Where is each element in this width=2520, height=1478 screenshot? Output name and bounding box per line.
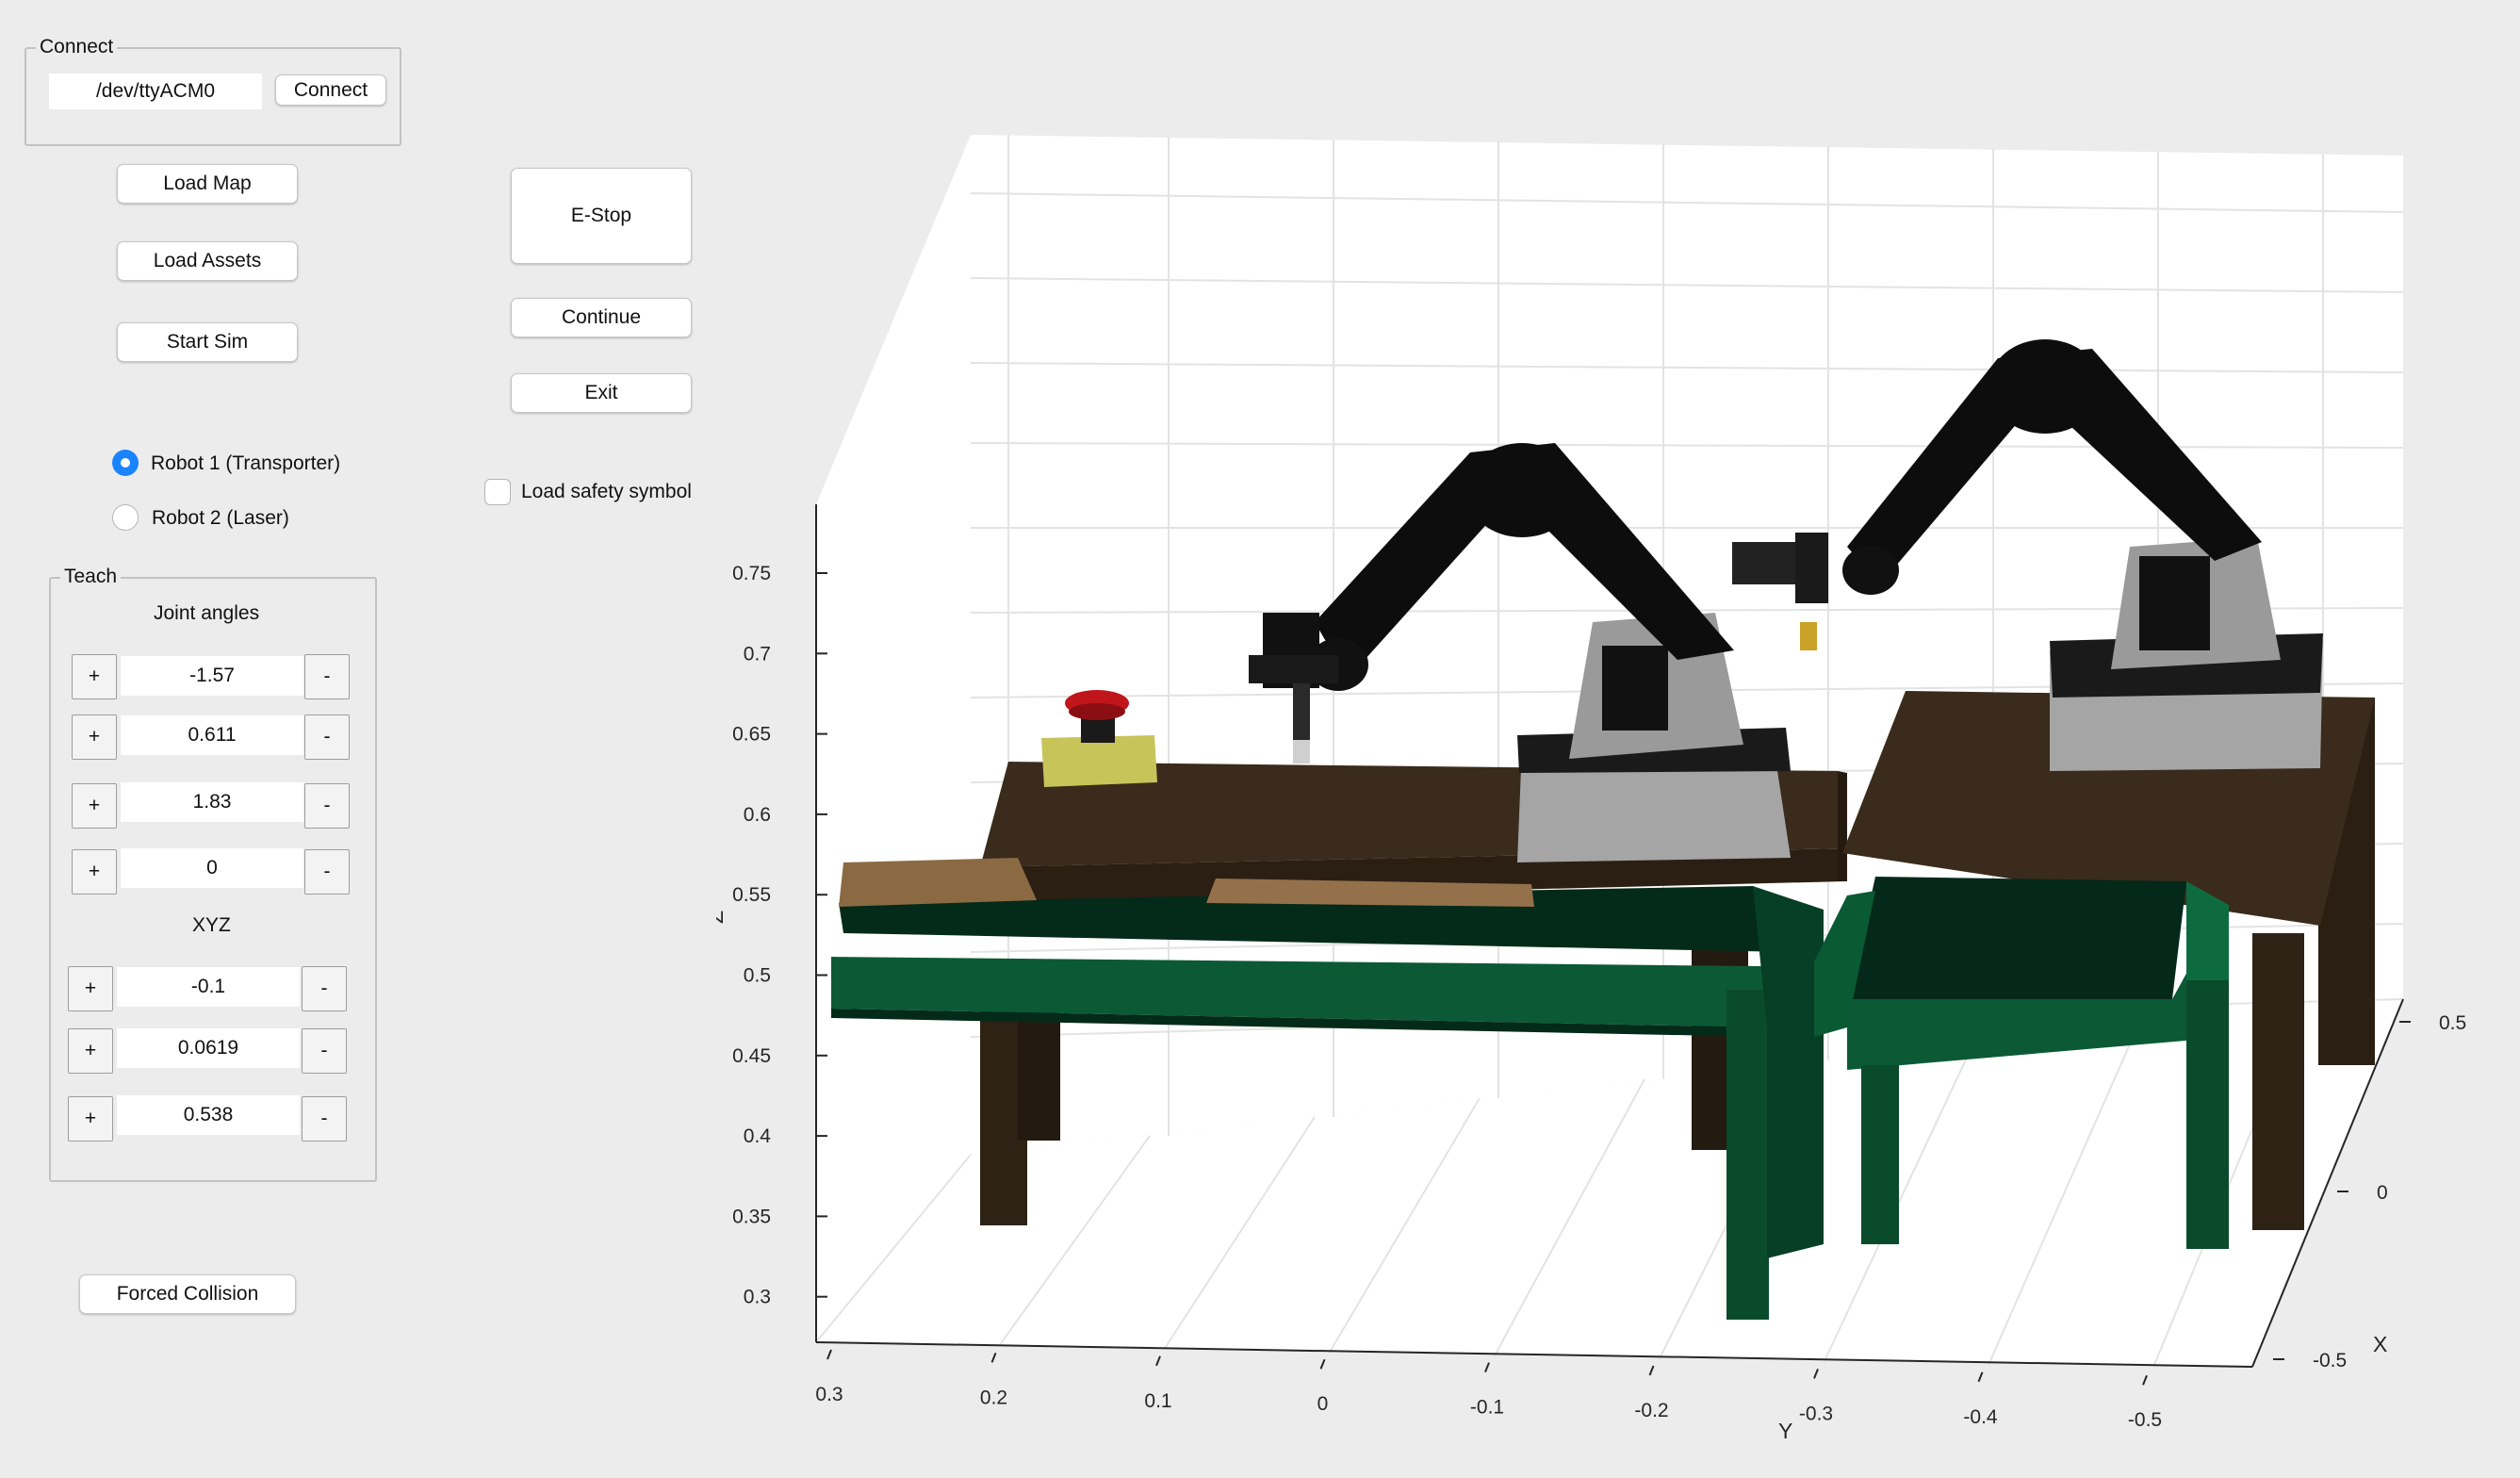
- connect-panel-title: Connect: [36, 36, 118, 58]
- left-table-side: [1838, 771, 1847, 881]
- left-conveyor-top-plate: [839, 858, 1037, 907]
- robot-1-gripper: [1293, 683, 1310, 740]
- joint-3-value[interactable]: 1.83: [121, 782, 303, 822]
- left-conveyor-leg: [1726, 990, 1769, 1320]
- joint-3-plus-button[interactable]: +: [72, 783, 117, 829]
- joint-4-value[interactable]: 0: [121, 848, 303, 888]
- joint-1-minus-button[interactable]: -: [304, 654, 350, 699]
- xyz-heading: XYZ: [192, 914, 231, 936]
- load-assets-button[interactable]: Load Assets: [117, 241, 298, 281]
- load-map-button[interactable]: Load Map: [117, 164, 298, 204]
- x-tick-label: -0.5: [2313, 1350, 2347, 1371]
- z-tick-label: 0.65: [732, 724, 771, 746]
- joint-2-minus-button[interactable]: -: [304, 714, 350, 760]
- right-conveyor-tray: [1847, 877, 2186, 1004]
- z-axis-label: Z: [716, 911, 728, 924]
- connect-button[interactable]: Connect: [275, 74, 386, 106]
- start-sim-button[interactable]: Start Sim: [117, 322, 298, 362]
- x-tick-label: 0: [2377, 1182, 2388, 1204]
- y-tick-label: 0.3: [815, 1384, 843, 1405]
- load-safety-symbol-checkbox[interactable]: [484, 479, 511, 505]
- y-tick-label: -0.1: [1470, 1397, 1504, 1419]
- z-tick-label: 0.6: [744, 804, 771, 826]
- y-tick-label-mark: [2142, 1374, 2148, 1386]
- teach-panel-title: Teach: [60, 566, 122, 588]
- y-tick-label: -0.3: [1799, 1403, 1833, 1424]
- robot-2-radio[interactable]: [112, 504, 139, 531]
- z-tick-label: 0.75: [732, 563, 771, 584]
- x-value[interactable]: -0.1: [117, 967, 300, 1007]
- y-tick-label-mark: [826, 1349, 832, 1360]
- y-axis-label: Y: [1778, 1419, 1792, 1443]
- x-minus-button[interactable]: -: [302, 966, 347, 1011]
- joint-4-plus-button[interactable]: +: [72, 849, 117, 895]
- z-tick-label: 0.5: [744, 965, 771, 987]
- z-tick-label: 0.35: [732, 1206, 771, 1227]
- x-axis-label: X: [2373, 1332, 2387, 1356]
- z-plus-button[interactable]: +: [68, 1096, 113, 1141]
- y-tick-label-mark: [1813, 1369, 1819, 1379]
- port-input[interactable]: /dev/ttyACM0: [49, 74, 262, 109]
- y-tick-label: -0.5: [2128, 1409, 2162, 1431]
- robot-1-tool-bracket: [1249, 655, 1338, 683]
- plot-side-wall: [816, 135, 971, 1342]
- z-tick-label: 0.45: [732, 1045, 771, 1067]
- robot-2-laser-tip: [1800, 622, 1817, 650]
- joint-angles-heading: Joint angles: [154, 602, 260, 624]
- load-safety-symbol-label: Load safety symbol: [521, 481, 692, 502]
- estop-button[interactable]: E-Stop: [511, 168, 692, 264]
- joint-2-plus-button[interactable]: +: [72, 714, 117, 760]
- robot-1-label: Robot 1 (Transporter): [151, 452, 341, 474]
- y-tick-label-mark: [990, 1353, 997, 1363]
- joint-1-plus-button[interactable]: +: [72, 654, 117, 699]
- right-conveyor-leg-2: [2186, 980, 2229, 1249]
- y-tick-label-mark: [1155, 1355, 1161, 1367]
- y-tick-label: 0.2: [980, 1387, 1007, 1408]
- y-tick-label-mark: [1319, 1358, 1326, 1370]
- joint-3-minus-button[interactable]: -: [304, 783, 350, 829]
- y-plus-button[interactable]: +: [68, 1028, 113, 1074]
- 3d-plot[interactable]: 0.750.70.650.60.550.50.450.40.350.3 0.3 0…: [716, 113, 2488, 1470]
- exit-button[interactable]: Exit: [511, 373, 692, 413]
- y-minus-button[interactable]: -: [302, 1028, 347, 1074]
- right-conveyor-leg-1: [1861, 1065, 1899, 1244]
- estop-stem: [1081, 718, 1115, 743]
- y-tick-label: -0.4: [1963, 1406, 1998, 1428]
- robot-2-motor: [2139, 556, 2210, 650]
- robot-2-wrist: [1842, 546, 1899, 595]
- continue-button[interactable]: Continue: [511, 298, 692, 337]
- y-tick-label-mark: [1648, 1365, 1655, 1376]
- robot-2-laser-mount: [1795, 533, 1828, 603]
- z-tick-label: 0.3: [744, 1287, 771, 1308]
- estop-head-shade: [1069, 703, 1125, 720]
- joint-4-minus-button[interactable]: -: [304, 849, 350, 895]
- x-plus-button[interactable]: +: [68, 966, 113, 1011]
- y-value[interactable]: 0.0619: [117, 1028, 300, 1068]
- z-tick-label: 0.55: [732, 884, 771, 906]
- robot-1-gripper-tip: [1293, 740, 1310, 764]
- z-axis-ticks: 0.75 0.7 0.65 0.6 0.55 0.5 0.45 0.4 0.35 0.3: [732, 563, 827, 1308]
- robot-2-label: Robot 2 (Laser): [152, 507, 289, 529]
- forced-collision-button[interactable]: Forced Collision: [79, 1274, 296, 1314]
- x-tick-label: 0.5: [2439, 1012, 2466, 1034]
- y-tick-label: 0.1: [1144, 1390, 1171, 1412]
- z-tick-label: 0.7: [744, 643, 771, 665]
- robot-1-radio[interactable]: [112, 450, 139, 476]
- robot-1-motor: [1602, 646, 1668, 731]
- robot-1-elbow: [1465, 443, 1579, 537]
- joint-1-value[interactable]: -1.57: [121, 656, 303, 696]
- estop-base: [1041, 735, 1157, 787]
- y-tick-label: 0: [1317, 1393, 1329, 1415]
- z-value[interactable]: 0.538: [117, 1095, 300, 1135]
- y-tick-label-mark: [1484, 1362, 1490, 1372]
- right-table-leg-1: [2252, 933, 2304, 1230]
- robot-2-elbow: [1988, 339, 2102, 434]
- joint-2-value[interactable]: 0.611: [121, 715, 303, 755]
- y-tick-label-mark: [1977, 1371, 1984, 1383]
- z-minus-button[interactable]: -: [302, 1096, 347, 1141]
- y-tick-label: -0.2: [1634, 1400, 1668, 1421]
- z-tick-label: 0.4: [744, 1125, 772, 1147]
